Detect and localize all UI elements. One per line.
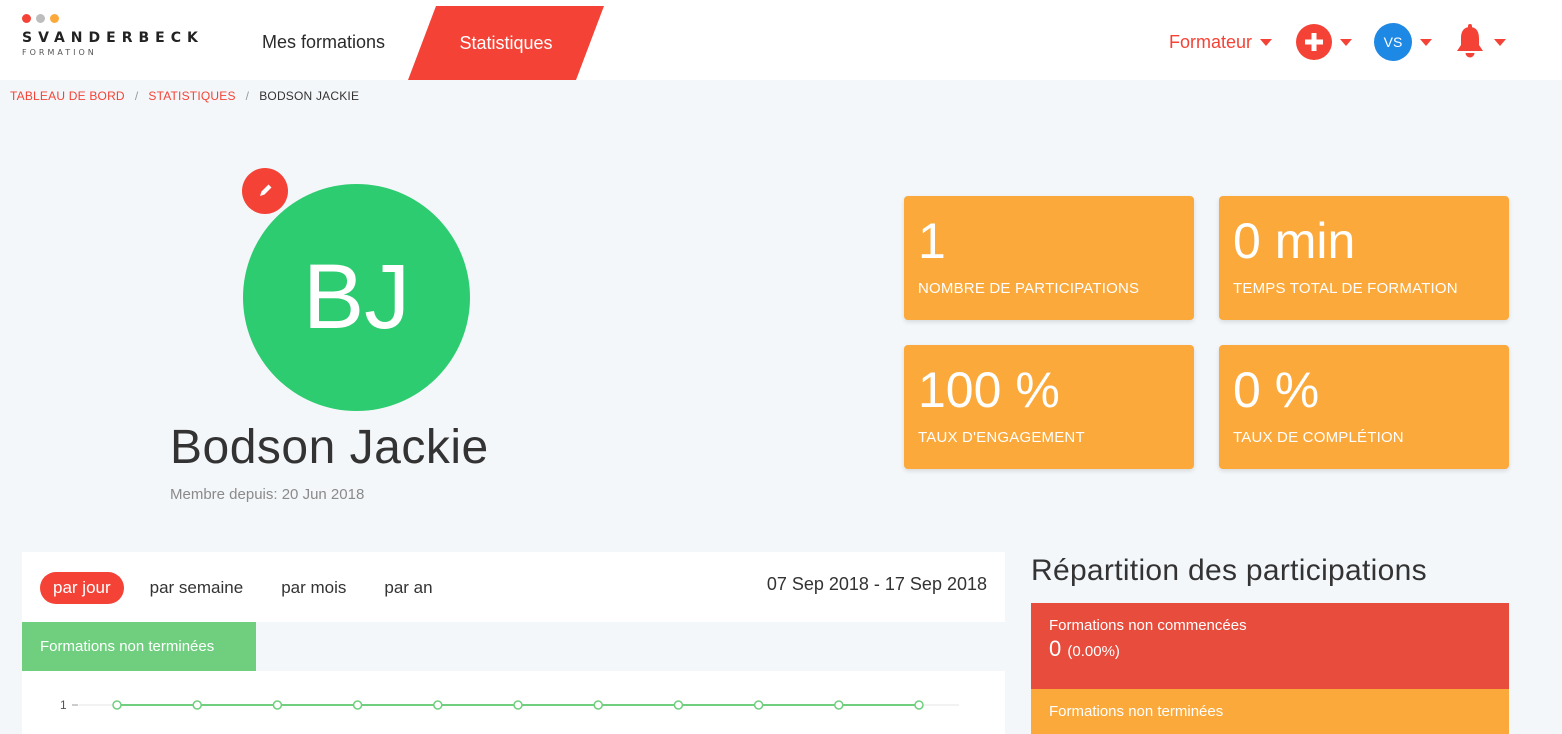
distribution-percent: (0.00%) [1067,643,1120,660]
date-range[interactable]: 07 Sep 2018 - 17 Sep 2018 [767,574,987,595]
breadcrumb-current: BODSON JACKIE [259,89,360,103]
breadcrumb-separator: / [245,89,250,103]
nav-mes-formations[interactable]: Mes formations [262,0,385,80]
data-point[interactable] [753,700,764,710]
chevron-down-icon [1494,38,1506,46]
role-dropdown[interactable]: Formateur [1169,32,1272,53]
breadcrumb-tableau-de-bord[interactable]: TABLEAU DE BORD [10,89,125,103]
data-point[interactable] [914,700,924,710]
data-point[interactable] [513,700,523,710]
tab-par-mois[interactable]: par mois [281,572,346,604]
kpi-label: TAUX D'ENGAGEMENT [918,429,1085,446]
breadcrumb-separator: / [134,89,139,103]
data-point[interactable] [352,700,363,710]
profile-avatar: BJ [243,184,470,411]
account-menu[interactable]: VS [1374,23,1432,61]
data-point[interactable] [673,700,684,710]
pencil-icon [260,184,272,196]
nav-statistiques-label: Statistiques [459,33,553,53]
distribution-label: Formations non terminées [1049,703,1224,720]
notifications-menu[interactable] [1454,24,1506,60]
member-since: Membre depuis: 20 Jun 2018 [170,486,365,503]
tab-par-semaine[interactable]: par semaine [150,572,244,604]
distribution-title: Répartition des participations [1031,554,1427,587]
kpi-value: 1 [918,213,946,269]
chart-y-tick-label: 1 [60,698,67,712]
activity-chart-panel: par jour par semaine par mois par an 07 … [22,552,1005,734]
data-point[interactable] [112,700,122,710]
legend-formations-non-terminees[interactable]: Formations non terminées [22,622,256,671]
distribution-non-commencees[interactable]: Formations non commencées 0 (0.00%) [1031,603,1509,689]
logo-dot-orange [50,14,59,23]
user-menu-area: Formateur VS [1169,22,1506,62]
nav-statistiques[interactable]: Statistiques [408,6,604,80]
data-point[interactable] [834,700,844,710]
data-point[interactable] [433,700,443,710]
kpi-value: 0 min [1233,213,1356,269]
data-point[interactable] [272,700,283,710]
bell-icon [1454,24,1486,60]
tab-par-jour[interactable]: par jour [40,572,124,604]
role-label: Formateur [1168,31,1252,52]
kpi-taux-completion: 0 % TAUX DE COMPLÉTION [1219,345,1509,469]
top-navbar: SVANDERBECK FORMATION Mes formations Sta… [0,0,1562,80]
kpi-label: NOMBRE DE PARTICIPATIONS [918,280,1140,297]
breadcrumb: TABLEAU DE BORD / STATISTIQUES / BODSON … [10,89,359,103]
data-point[interactable] [192,700,202,710]
tab-par-an[interactable]: par an [384,572,432,604]
brand-logo[interactable]: SVANDERBECK FORMATION [22,14,222,64]
distribution-non-terminees[interactable]: Formations non terminées [1031,689,1509,734]
kpi-label: TEMPS TOTAL DE FORMATION [1233,280,1458,297]
line-chart: 1 [60,698,959,712]
period-tabs: par jour par semaine par mois par an [40,572,471,604]
chevron-down-icon [1260,38,1272,46]
kpi-participations: 1 NOMBRE DE PARTICIPATIONS [904,196,1194,320]
distribution-count: 0 [1049,636,1062,661]
kpi-label: TAUX DE COMPLÉTION [1233,429,1404,446]
chart-series [112,700,924,710]
breadcrumb-statistiques[interactable]: STATISTIQUES [148,89,235,103]
kpi-value: 0 % [1233,362,1320,418]
logo-dot-grey [36,14,45,23]
distribution-value: 0 (0.00%) [1049,636,1491,662]
logo-dots [22,14,222,24]
add-menu[interactable] [1296,24,1352,60]
logo-subtitle: FORMATION [22,48,97,57]
kpi-value: 100 % [918,362,1060,418]
profile-name: Bodson Jackie [170,421,489,474]
chevron-down-icon [1420,38,1432,46]
kpi-temps-total: 0 min TEMPS TOTAL DE FORMATION [1219,196,1509,320]
data-point[interactable] [593,700,603,710]
plus-icon [1296,24,1332,60]
logo-wordmark: SVANDERBECK [22,30,204,46]
chevron-down-icon [1340,38,1352,46]
distribution-label: Formations non commencées [1049,617,1247,634]
edit-profile-button[interactable] [242,168,288,214]
logo-dot-red [22,14,31,23]
avatar: VS [1374,23,1412,61]
kpi-taux-engagement: 100 % TAUX D'ENGAGEMENT [904,345,1194,469]
